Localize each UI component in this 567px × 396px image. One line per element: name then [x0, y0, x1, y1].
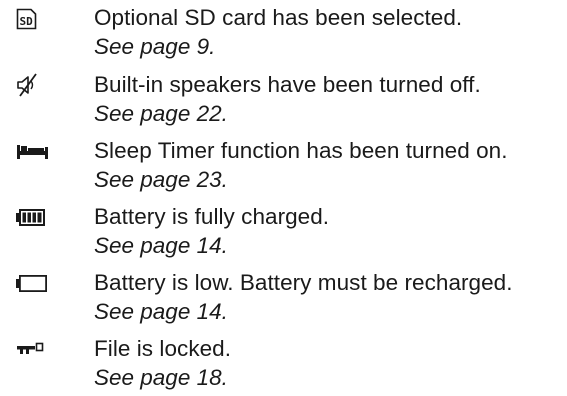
legend-description: Battery is fully charged.: [94, 204, 330, 229]
legend-description: Optional SD card has been selected.: [94, 5, 463, 30]
legend-item-battery-low: Battery is low. Battery must be recharge…: [0, 268, 567, 330]
legend-description: Battery is low. Battery must be recharge…: [94, 270, 513, 295]
page-reference: See page 23.: [94, 167, 228, 192]
legend-item-speaker-off: Built-in speakers have been turned off. …: [0, 70, 567, 132]
sleep-timer-icon: [14, 138, 54, 164]
legend-item-battery-full: Battery is fully charged. See page 14.: [0, 202, 567, 264]
page-reference: See page 14.: [94, 233, 228, 258]
file-lock-icon: [14, 336, 54, 362]
legend-description: Sleep Timer function has been turned on.: [94, 138, 508, 163]
legend-item-sd-card: SD Optional SD card has been selected. S…: [0, 3, 567, 65]
legend-description: Built-in speakers have been turned off.: [94, 72, 481, 97]
display-icon-legend: SD Optional SD card has been selected. S…: [0, 0, 567, 396]
speaker-off-icon: [14, 72, 54, 98]
sd-card-icon: SD: [14, 5, 54, 31]
page-reference: See page 9.: [94, 34, 216, 59]
page-reference: See page 14.: [94, 299, 228, 324]
legend-description: File is locked.: [94, 336, 232, 361]
page-reference: See page 18.: [94, 365, 228, 390]
legend-item-sleep-timer: Sleep Timer function has been turned on.…: [0, 136, 567, 198]
legend-item-file-lock: File is locked. See page 18.: [0, 334, 567, 396]
page-reference: See page 22.: [94, 101, 228, 126]
battery-full-icon: [14, 204, 54, 230]
svg-text:SD: SD: [20, 15, 34, 28]
battery-low-icon: [14, 270, 54, 296]
